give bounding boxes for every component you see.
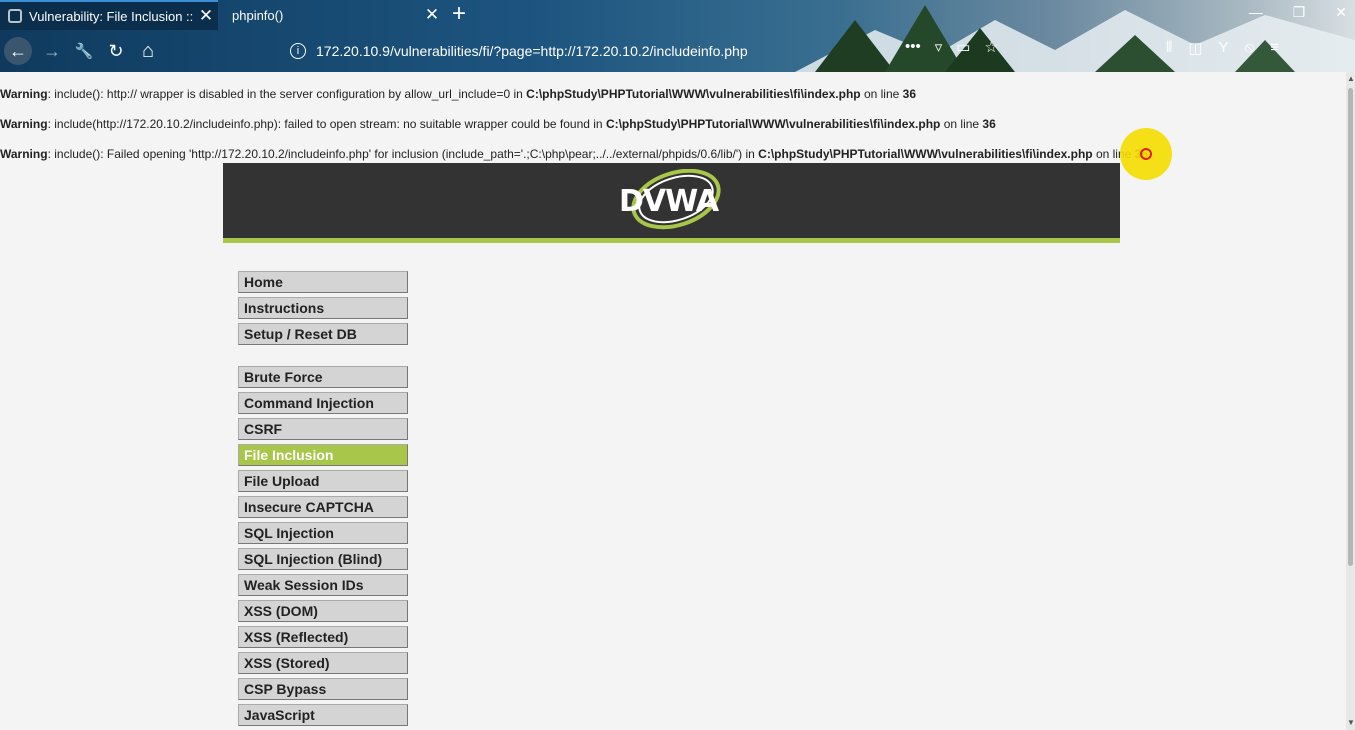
menu-item-file-inclusion[interactable]: File Inclusion [238,444,408,466]
warning-line-number: 36 [982,117,996,131]
reload-icon[interactable]: ↻ [102,37,130,65]
menu-item-brute-force[interactable]: Brute Force [238,366,408,388]
close-tab-icon[interactable]: ✕ [194,6,218,26]
new-tab-button[interactable]: + [452,2,466,26]
menu-item-sql-injection-blind[interactable]: SQL Injection (Blind) [238,548,408,570]
warning-label: Warning [0,117,48,131]
dvwa-favicon-icon [8,9,22,23]
menu-item-xss-stored[interactable]: XSS (Stored) [238,652,408,674]
tab-title: phpinfo() [232,7,284,23]
menu-item-sql-injection[interactable]: SQL Injection [238,522,408,544]
address-bar-actions: ••• ▿ ▭ ☆ [905,38,998,56]
toolbar-right: ⫴ ◫ Y ⦸ ≡ [1166,39,1279,57]
extension-block-icon[interactable]: ⦸ [1245,39,1255,57]
browser-chrome: Vulnerability: File Inclusion :: ✕ phpin… [0,0,1355,72]
menu-item-command-injection[interactable]: Command Injection [238,392,408,414]
menu-item-csp-bypass[interactable]: CSP Bypass [238,678,408,700]
pocket-icon[interactable]: ▿ [935,38,943,56]
menu-hamburger-icon[interactable]: ≡ [1270,39,1279,57]
menu-item-javascript[interactable]: JavaScript [238,704,408,726]
warning-file: C:\phpStudy\PHPTutorial\WWW\vulnerabilit… [526,87,861,101]
tab-title: Vulnerability: File Inclusion :: [29,8,194,24]
menu-item-insecure-captcha[interactable]: Insecure CAPTCHA [238,496,408,518]
restore-icon[interactable]: ❐ [1293,4,1306,21]
warning-file: C:\phpStudy\PHPTutorial\WWW\vulnerabilit… [758,147,1093,161]
menu-item-home[interactable]: Home [238,271,408,293]
menu-item-setup-reset-db[interactable]: Setup / Reset DB [238,323,408,345]
warning-message: : include(http://172.20.10.2/includeinfo… [47,117,606,131]
scroll-down-arrow-icon[interactable]: ▼ [1347,718,1355,727]
php-warning: Warning: include(http://172.20.10.2/incl… [0,117,996,131]
cursor-highlight [1120,128,1172,180]
warning-line-number: 36 [902,87,916,101]
menu-item-csrf[interactable]: CSRF [238,418,408,440]
php-warning: Warning: include(): http:// wrapper is d… [0,87,916,101]
warning-label: Warning [0,87,48,101]
menu-item-instructions[interactable]: Instructions [238,297,408,319]
page-actions-icon[interactable]: ••• [905,38,921,56]
menu-item-xss-dom[interactable]: XSS (DOM) [238,600,408,622]
tab-bar: Vulnerability: File Inclusion :: ✕ phpin… [0,0,1355,30]
bookmark-star-icon[interactable]: ☆ [984,38,997,56]
tab-phpinfo[interactable]: phpinfo() ✕ [218,0,444,30]
menu-item-xss-reflected[interactable]: XSS (Reflected) [238,626,408,648]
dvwa-logo: DVWA [618,168,728,233]
library-icon[interactable]: ⫴ [1166,39,1172,57]
home-icon[interactable]: ⌂ [134,37,162,65]
mouse-cursor-icon [1140,148,1152,160]
forward-arrow-icon[interactable]: → [38,37,66,65]
info-icon[interactable]: i [290,43,306,59]
warning-line-text: on line [940,117,983,131]
screenshot-icon[interactable]: ▭ [956,38,970,56]
warning-line-text: on line [860,87,903,101]
menu-item-weak-session-ids[interactable]: Weak Session IDs [238,574,408,596]
warning-file: C:\phpStudy\PHPTutorial\WWW\vulnerabilit… [605,117,941,131]
warning-label: Warning [0,147,48,161]
warning-message: : include(): http:// wrapper is disabled… [47,87,527,101]
php-warning: Warning: include(): Failed opening 'http… [0,147,1148,161]
extension-y-icon[interactable]: Y [1219,39,1229,57]
minimize-icon[interactable]: — [1249,4,1263,21]
dvwa-header: DVWA [223,163,1120,243]
scrollbar-thumb[interactable] [1348,88,1353,566]
close-tab-icon[interactable]: ✕ [420,5,444,25]
back-arrow-icon[interactable]: ← [4,37,32,65]
logo-text: DVWA [619,184,719,219]
close-window-icon[interactable]: ✕ [1335,4,1347,21]
vertical-scrollbar[interactable]: ▲ ▼ [1346,72,1355,730]
warning-message: : include(): Failed opening 'http://172.… [47,147,759,161]
menu-item-file-upload[interactable]: File Upload [238,470,408,492]
scroll-up-arrow-icon[interactable]: ▲ [1347,74,1355,83]
window-controls: — ❐ ✕ [1249,4,1347,21]
wrench-icon[interactable]: 🔧 [70,37,98,65]
tab-vulnerability-file-inclusion[interactable]: Vulnerability: File Inclusion :: ✕ [0,0,218,30]
sidebar-icon[interactable]: ◫ [1188,39,1202,57]
navigation-toolbar: ← → 🔧 ↻ ⌂ i 172.20.10.9/vulnerabilities/… [0,30,1355,72]
